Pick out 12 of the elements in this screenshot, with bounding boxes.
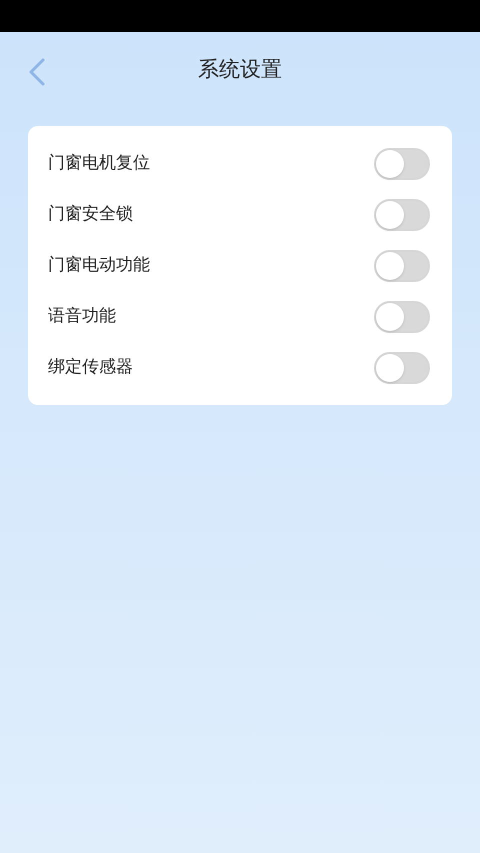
toggle-switch[interactable]: [374, 300, 430, 332]
toggle-switch[interactable]: [374, 148, 430, 180]
setting-label: 门窗电机复位: [48, 152, 150, 175]
setting-label: 门窗电动功能: [48, 254, 150, 277]
page-title: 系统设置: [198, 56, 282, 84]
setting-label: 语音功能: [48, 304, 116, 328]
toggle-switch[interactable]: [374, 250, 430, 282]
toggle-switch[interactable]: [374, 198, 430, 230]
setting-label: 绑定传感器: [48, 356, 133, 379]
back-icon[interactable]: [28, 58, 46, 86]
toggle-switch[interactable]: [374, 352, 430, 384]
setting-label: 门窗安全锁: [48, 202, 133, 226]
